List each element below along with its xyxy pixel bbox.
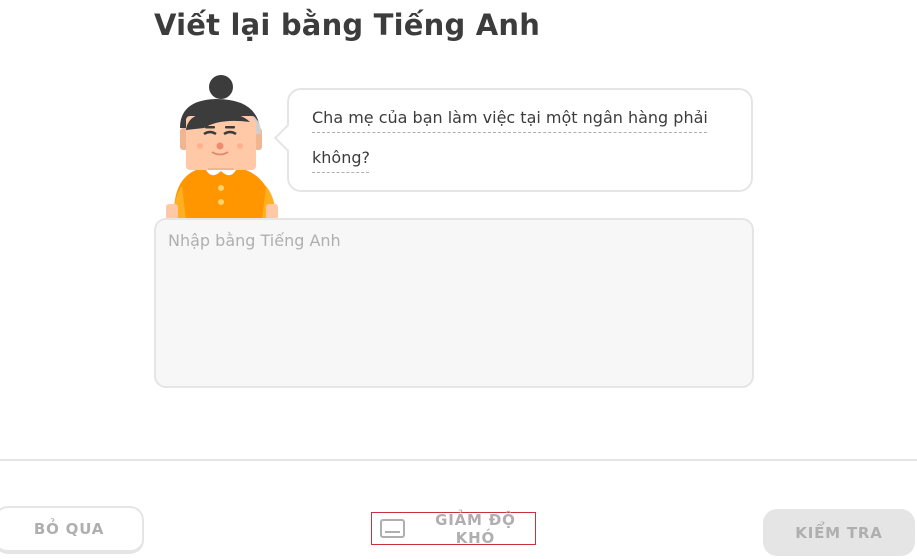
make-easier-button[interactable]: GIẢM ĐỘ KHÓ <box>371 510 536 547</box>
check-button[interactable]: KIỂM TRA <box>763 509 915 556</box>
make-easier-label: GIẢM ĐỘ KHÓ <box>435 510 516 547</box>
prompt-speech-bubble: Cha mẹ của bạn làm việc tại một ngân hàn… <box>287 88 753 192</box>
lesson-page: Viết lại bằng Tiếng Anh Cha mẹ của bạn l… <box>0 0 917 559</box>
skip-button[interactable]: BỎ QUA <box>0 506 144 554</box>
keyboard-icon <box>380 519 405 538</box>
answer-input[interactable] <box>154 218 754 388</box>
footer-divider <box>0 459 917 461</box>
character-avatar-icon <box>160 72 284 220</box>
prompt-text[interactable]: Cha mẹ của bạn làm việc tại một ngân hàn… <box>312 108 708 167</box>
page-title: Viết lại bằng Tiếng Anh <box>154 8 541 42</box>
